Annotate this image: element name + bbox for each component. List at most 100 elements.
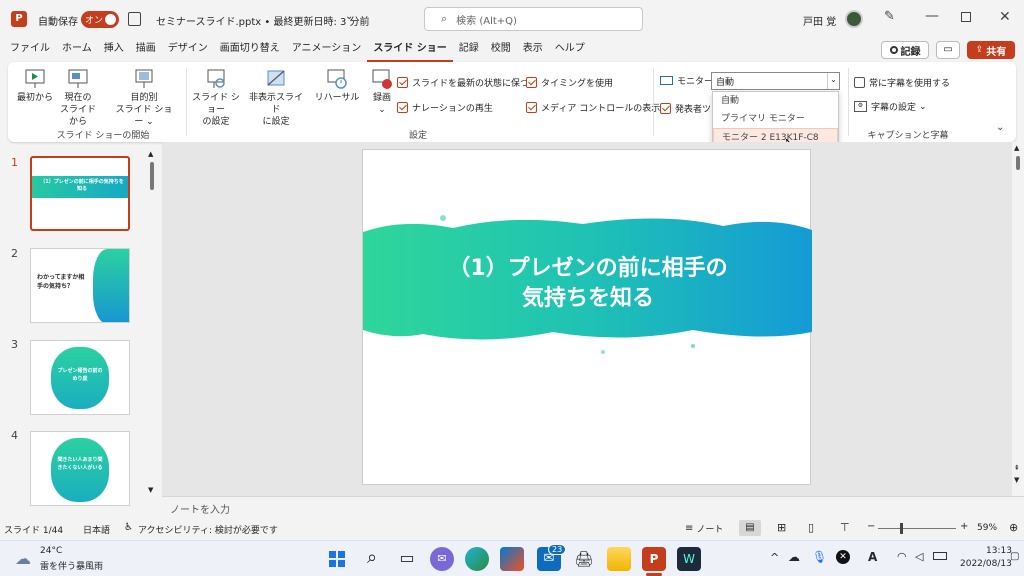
scroll-down-icon[interactable]: ▼ <box>148 486 153 494</box>
mic-icon[interactable]: 🎙 <box>812 550 827 564</box>
tab-file[interactable]: ファイル <box>4 38 56 62</box>
search-box[interactable]: ⌕ 検索 (Alt+Q) <box>424 7 643 31</box>
slide-thumbnail-4[interactable]: 聞きたい人あまり聞きたくない人がいる <box>30 431 130 506</box>
monitor-row: モニター: <box>660 74 716 87</box>
monitor-select-chevron-icon[interactable]: ⌄ <box>827 73 839 89</box>
settings-group-name: 設定 <box>408 131 427 141</box>
accessibility-status[interactable]: アクセシビリティ: 検討が必要です <box>138 523 278 536</box>
save-icon[interactable] <box>128 12 141 26</box>
hide-slide-button[interactable]: 非表示スライド に設定 <box>246 68 306 128</box>
store-icon[interactable] <box>500 547 524 571</box>
current-slide[interactable]: （1）プレゼンの前に相手の 気持ちを知る <box>362 149 812 485</box>
slideshow-view-icon[interactable]: ⊤ <box>840 521 850 534</box>
notes-pane[interactable]: ノートを入力 <box>162 496 1024 518</box>
fit-to-window-icon[interactable]: ⊕ <box>1009 521 1018 534</box>
app-icon[interactable]: W <box>677 547 701 571</box>
avatar[interactable] <box>845 10 863 28</box>
tab-design[interactable]: デザイン <box>162 38 214 62</box>
tab-home[interactable]: ホーム <box>56 38 98 62</box>
user-name[interactable]: 戸田 覚 <box>803 13 836 28</box>
autosave-toggle[interactable]: オン <box>81 11 119 28</box>
language[interactable]: 日本語 <box>83 523 110 536</box>
explorer-icon[interactable] <box>607 547 631 571</box>
task-view-icon[interactable]: ▭ <box>395 547 419 571</box>
dropdown-item-auto[interactable]: 自動 <box>713 92 838 110</box>
rehearse-button[interactable]: リハーサル <box>312 68 362 104</box>
from-current-button[interactable]: 現在の スライドから <box>56 68 100 128</box>
wifi-icon[interactable]: ◠ <box>897 550 907 563</box>
clock-date[interactable]: 2022/08/13 <box>960 559 1012 569</box>
powerpoint-taskbar-icon[interactable]: P <box>642 547 666 571</box>
zoom-level[interactable]: 59% <box>977 523 997 533</box>
narration-checkbox[interactable]: ナレーションの再生 <box>397 99 529 115</box>
title-chevron-icon[interactable]: ⌄ <box>345 11 353 22</box>
scrollbar-thumb[interactable] <box>1016 156 1020 170</box>
timing-checkbox[interactable]: タイミングを使用 <box>526 74 660 90</box>
tab-view[interactable]: 表示 <box>517 38 549 62</box>
slide-thumbnail-3[interactable]: プレゼン報告の前のめり度 <box>30 340 130 415</box>
edge-icon[interactable] <box>465 547 489 571</box>
reading-view-icon[interactable]: ▯ <box>808 521 814 534</box>
slide-sorter-icon[interactable]: ⊞ <box>777 521 786 534</box>
volume-icon[interactable]: ◁ <box>915 550 923 563</box>
device-icon[interactable]: 🖨 <box>572 547 596 571</box>
collapse-ribbon-icon[interactable]: ⌄ <box>996 122 1004 133</box>
restore-icon[interactable] <box>961 12 971 22</box>
onedrive-icon[interactable]: ☁ <box>788 550 800 564</box>
zoom-in-icon[interactable]: + <box>960 521 968 532</box>
chat-icon[interactable]: ✉ <box>430 547 454 571</box>
scroll-up-icon[interactable]: ▲ <box>148 150 153 158</box>
weather-icon[interactable]: ☁ <box>15 549 31 568</box>
record-button[interactable]: 記録 <box>881 41 929 59</box>
slide-thumbnail-1[interactable]: （1）プレゼンの前に相手の気持ちを知る <box>30 156 130 231</box>
normal-view-icon[interactable]: ▤ <box>739 520 761 536</box>
notes-toggle-button[interactable]: ≡ ノート <box>685 522 723 535</box>
custom-show-button[interactable]: 目的別 スライド ショー ⌄ <box>112 68 176 128</box>
minimize-icon[interactable]: — <box>925 8 939 24</box>
tab-draw[interactable]: 描画 <box>130 38 162 62</box>
slide-scrollbar[interactable]: ▲ ▼ ⇞ <box>1012 142 1024 496</box>
battery-icon[interactable] <box>933 552 947 560</box>
thumb-title: （1）プレゼンの前に相手の気持ちを知る <box>40 179 124 192</box>
subtitle-settings-button[interactable]: ⚙ 字幕の設定 ⌄ <box>854 100 927 113</box>
thumbs-scrollbar[interactable]: ▲ ▼ <box>147 150 157 494</box>
zoom-out-icon[interactable]: − <box>867 521 875 532</box>
autosave-label: 自動保存 <box>38 17 78 28</box>
from-beginning-button[interactable]: 最初から <box>16 68 54 104</box>
app-tray-icon[interactable]: ✕ <box>836 550 850 564</box>
always-subtitles-checkbox[interactable]: 常に字幕を使用する <box>854 74 950 90</box>
tab-record[interactable]: 記録 <box>453 38 485 62</box>
tab-insert[interactable]: 挿入 <box>98 38 130 62</box>
subtitle-settings-icon: ⚙ <box>854 101 867 112</box>
scrollbar-thumb[interactable] <box>150 162 154 190</box>
media-controls-checkbox[interactable]: メディア コントロールの表示 <box>526 99 660 115</box>
comment-button[interactable]: ▭ <box>936 41 960 59</box>
tab-help[interactable]: ヘルプ <box>549 38 591 62</box>
monitor-select[interactable]: 自動 ⌄ <box>711 72 840 90</box>
tab-animations[interactable]: アニメーション <box>286 38 368 62</box>
tray-chevron-icon[interactable]: ^ <box>770 551 779 564</box>
share-button[interactable]: ⇪ 共有 <box>967 41 1015 59</box>
zoom-slider[interactable] <box>878 523 956 534</box>
record-slideshow-button[interactable]: 録画 ⌄ <box>364 68 400 116</box>
tab-slideshow[interactable]: スライド ショー <box>367 38 453 62</box>
start-icon[interactable] <box>325 547 349 571</box>
tab-review[interactable]: 校閲 <box>485 38 517 62</box>
notification-icon[interactable]: ▢ <box>1010 551 1019 562</box>
slide-title[interactable]: （1）プレゼンの前に相手の 気持ちを知る <box>403 254 773 314</box>
next-slide-icon[interactable]: ▼ <box>1014 476 1019 484</box>
dropdown-item-primary[interactable]: プライマリ モニター <box>713 110 838 128</box>
slide-thumbnail-2[interactable]: わかってますか相手の気持ち？ <box>30 248 130 323</box>
setup-slideshow-button[interactable]: スライド ショー の設定 <box>190 68 242 128</box>
pen-icon[interactable]: ✎ <box>884 9 895 24</box>
tab-transitions[interactable]: 画面切り替え <box>214 38 286 62</box>
prev-page-icon[interactable]: ⇞ <box>1014 464 1020 472</box>
keep-updated-checkbox[interactable]: スライドを最新の状態に保つ <box>397 74 529 90</box>
presenter-view-checkbox[interactable]: 発表者ツ <box>660 100 711 116</box>
zoom-slider-thumb[interactable] <box>900 523 903 534</box>
clock-time[interactable]: 13:13 <box>986 546 1012 556</box>
taskbar-search-icon[interactable]: ⌕ <box>360 547 384 571</box>
scroll-up-icon[interactable]: ▲ <box>1014 144 1019 152</box>
ime-indicator[interactable]: A <box>868 550 877 564</box>
close-icon[interactable]: ✕ <box>999 9 1011 25</box>
